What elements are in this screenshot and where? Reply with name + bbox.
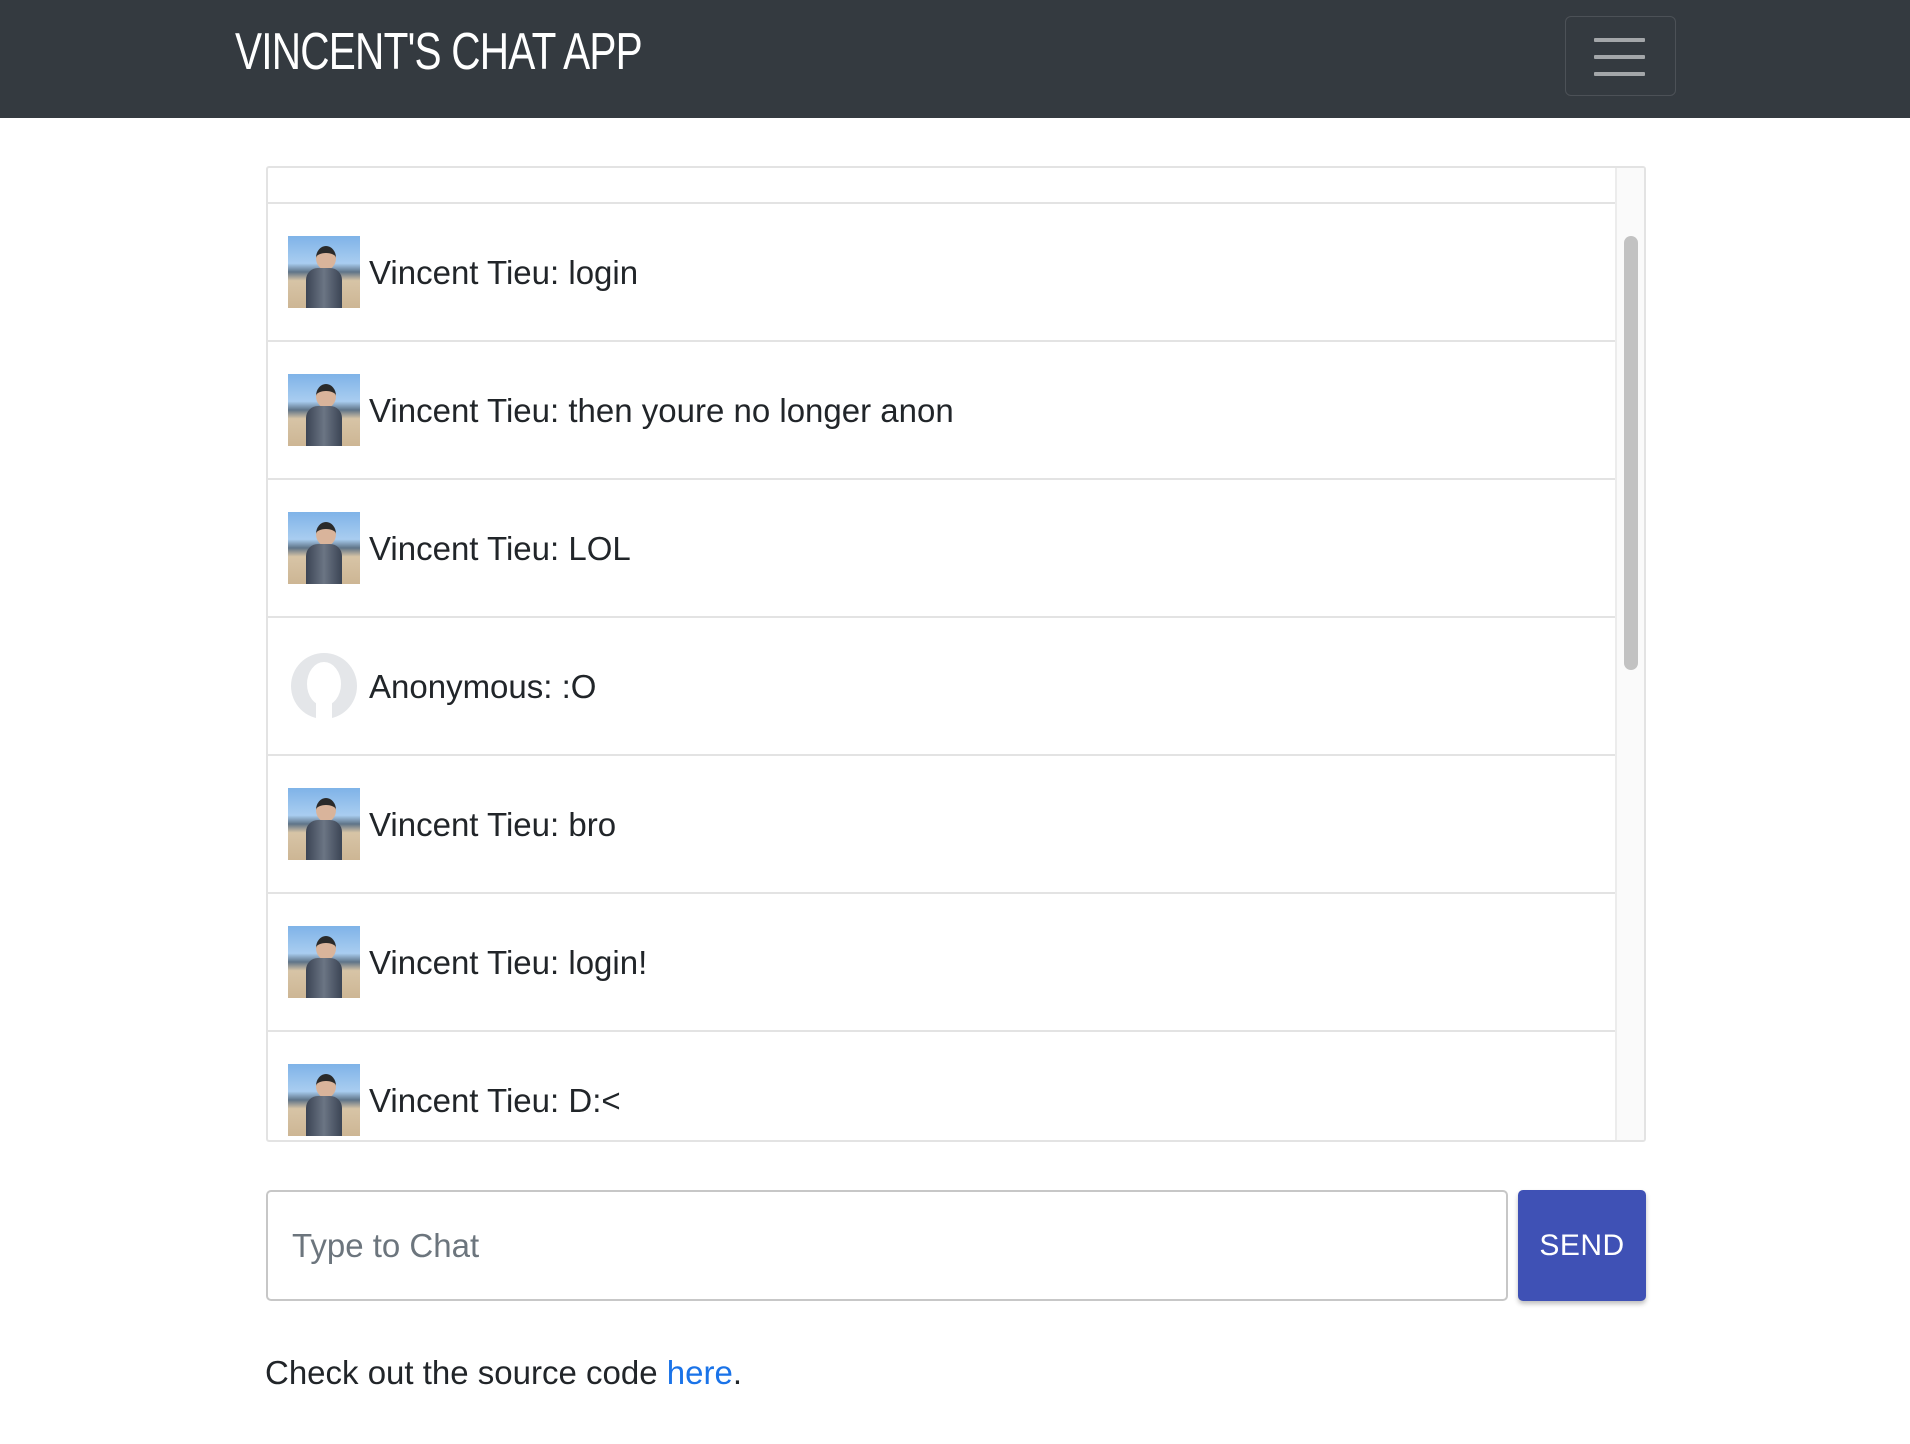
message-text: Vincent Tieu: login [369,204,638,342]
user-avatar [288,236,360,308]
message-body: login [568,254,639,291]
message-author: Vincent Tieu [369,254,551,291]
app-brand[interactable]: VINCENT'S CHAT APP [235,22,643,82]
message-body: LOL [568,530,631,567]
message-text: Vincent Tieu: bro [369,756,616,894]
user-avatar [288,788,360,860]
message-separator: : [550,392,569,429]
message-author: Vincent Tieu [369,1082,551,1119]
source-code-note: Check out the source code here. [265,1348,742,1398]
message-text: Vincent Tieu: login! [369,894,647,1032]
chat-message-list[interactable]: Vincent Tieu: login Vincent Tieu: then yo… [266,166,1646,1142]
scrollbar-track[interactable] [1615,168,1644,1140]
hamburger-menu-button[interactable] [1565,16,1676,96]
scrollbar-thumb[interactable] [1624,236,1638,670]
chat-input[interactable] [266,1190,1508,1301]
source-code-note-suffix: . [732,1354,742,1391]
message-body: D:< [568,1082,621,1119]
message-separator: : [550,944,569,981]
message-item: Vincent Tieu: login! [268,894,1617,1032]
message-item: Vincent Tieu: D:< [268,1032,1617,1140]
message-author: Vincent Tieu [369,530,551,567]
source-code-link[interactable]: here [667,1354,733,1391]
message-author: Anonymous [369,668,544,705]
user-avatar [288,512,360,584]
message-separator: : [550,530,569,567]
message-text: Anonymous: :O [369,618,596,756]
message-separator: : [550,1082,569,1119]
message-list: Vincent Tieu: login Vincent Tieu: then yo… [268,168,1617,1140]
message-author: Vincent Tieu [369,392,551,429]
message-item: Vincent Tieu: then youre no longer anon [268,342,1617,480]
message-item: Vincent Tieu: LOL [268,480,1617,618]
user-avatar [288,926,360,998]
message-item: Vincent Tieu: bro [268,756,1617,894]
message-author: Vincent Tieu [369,944,551,981]
user-avatar [288,374,360,446]
message-item: Vincent Tieu: login [268,204,1617,342]
message-separator: : [550,806,569,843]
message-body: then youre no longer anon [568,392,954,429]
send-button[interactable]: SEND [1518,1190,1646,1301]
source-code-note-prefix: Check out the source code [265,1354,667,1391]
message-text: Vincent Tieu: D:< [369,1032,621,1140]
user-avatar [288,1064,360,1136]
message-author: Vincent Tieu [369,806,551,843]
message-body: :O [561,668,597,705]
message-separator: : [550,254,569,291]
message-body: bro [568,806,617,843]
message-list-item-partial [268,168,1617,204]
navbar: VINCENT'S CHAT APP [0,0,1910,118]
message-text: Vincent Tieu: then youre no longer anon [369,342,954,480]
message-separator: : [543,668,562,705]
message-text: Vincent Tieu: LOL [369,480,631,618]
anonymous-avatar-icon [288,650,360,722]
message-item: Anonymous: :O [268,618,1617,756]
message-body: login! [568,944,648,981]
